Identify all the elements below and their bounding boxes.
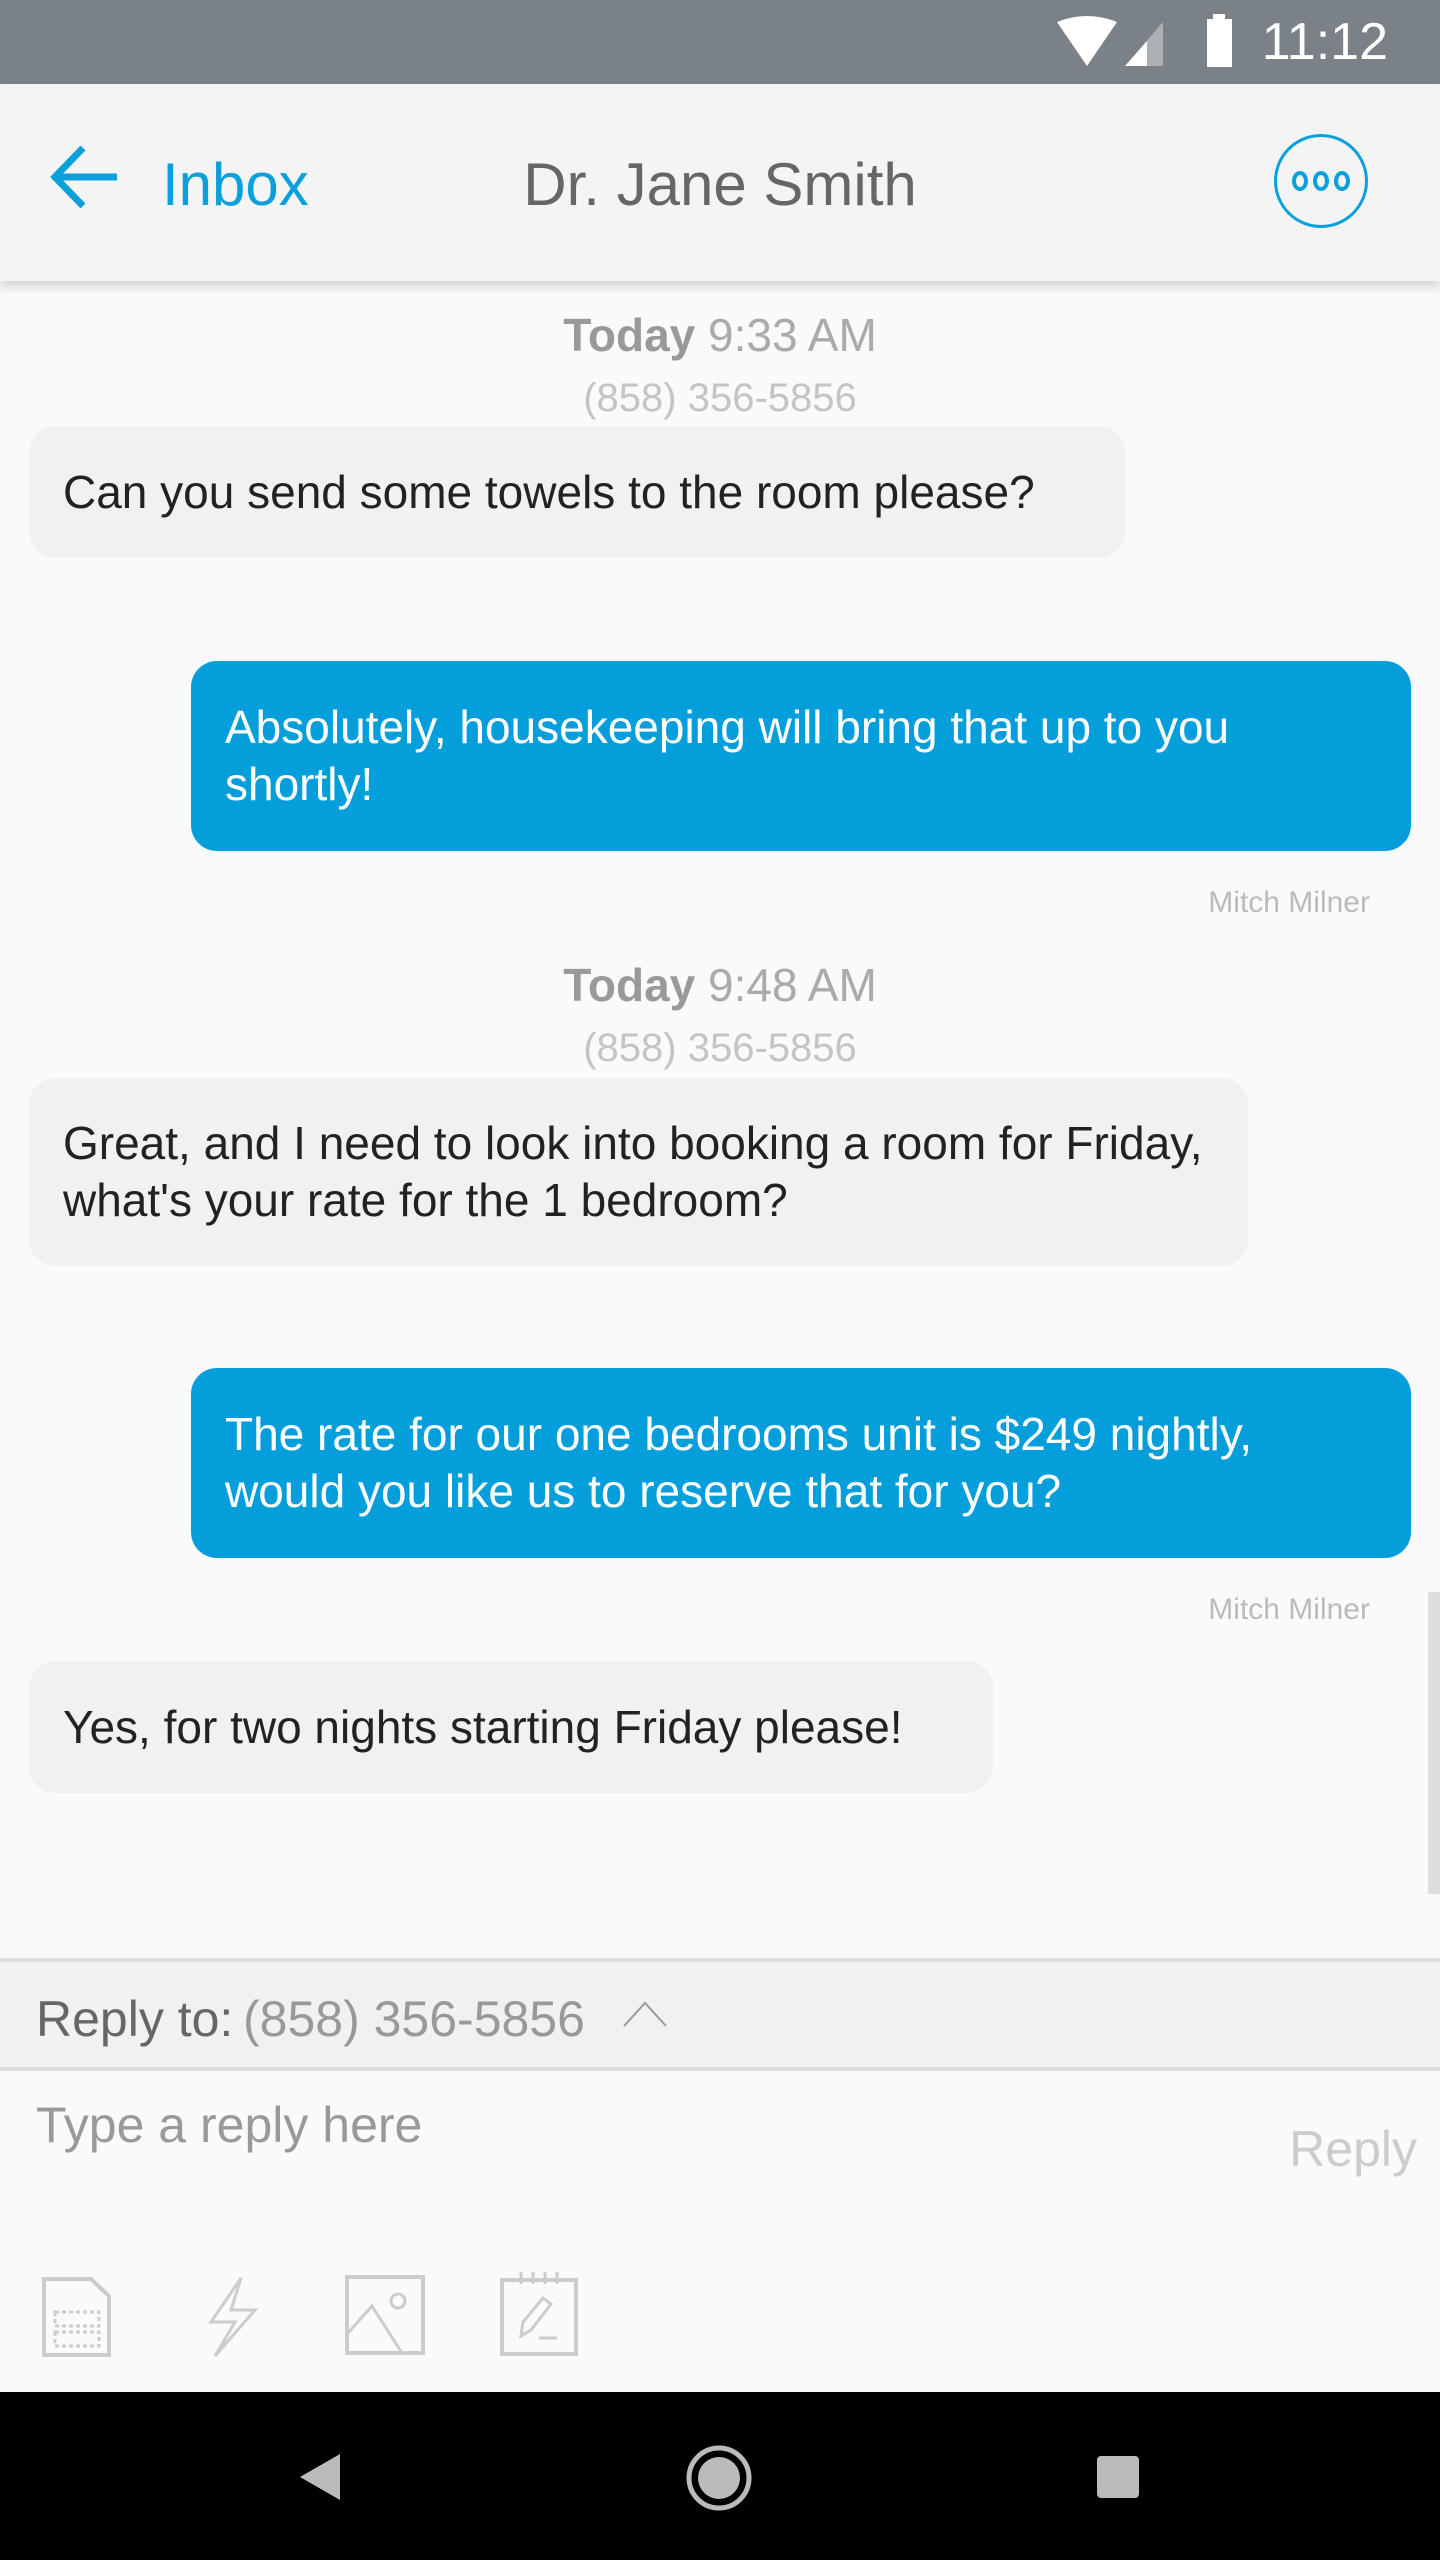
reply-button[interactable]: Reply bbox=[1289, 2120, 1417, 2178]
status-bar: 11:12 bbox=[0, 0, 1440, 84]
header: Inbox Dr. Jane Smith bbox=[0, 84, 1440, 281]
page-title: Dr. Jane Smith bbox=[523, 151, 917, 218]
incoming-message: Yes, for two nights starting Friday plea… bbox=[29, 1661, 993, 1793]
more-options-button[interactable] bbox=[1274, 134, 1368, 228]
timestamp: Today 9:48 AM bbox=[563, 959, 877, 1011]
timestamp: Today 9:33 AM bbox=[563, 309, 877, 361]
scrollbar[interactable] bbox=[1428, 1592, 1440, 1894]
timestamp-phone: (858) 356-5856 bbox=[583, 1026, 857, 1070]
clock: 11:12 bbox=[1261, 13, 1388, 71]
battery-icon bbox=[1207, 14, 1232, 67]
incoming-message: Great, and I need to look into booking a… bbox=[29, 1078, 1248, 1266]
nav-home-icon[interactable] bbox=[685, 2444, 753, 2512]
wifi-signal-icon bbox=[1057, 16, 1163, 66]
nav-back-icon[interactable] bbox=[298, 2452, 342, 2502]
template-icon[interactable] bbox=[41, 2276, 113, 2358]
navigation-bar bbox=[0, 2392, 1440, 2560]
image-icon[interactable] bbox=[344, 2274, 426, 2356]
lightning-icon[interactable] bbox=[199, 2276, 259, 2358]
notepad-icon[interactable] bbox=[499, 2270, 579, 2358]
incoming-message: Can you send some towels to the room ple… bbox=[29, 426, 1125, 558]
reply-to-label: Reply to: bbox=[36, 1991, 234, 2047]
reply-input[interactable]: Type a reply here bbox=[36, 2096, 422, 2154]
outgoing-message: Absolutely, housekeeping will bring that… bbox=[191, 661, 1411, 851]
outgoing-message: The rate for our one bedrooms unit is $2… bbox=[191, 1368, 1411, 1558]
sender-name: Mitch Milner bbox=[1208, 1593, 1370, 1626]
reply-to-bar[interactable]: Reply to: (858) 356-5856 bbox=[0, 1958, 1440, 2071]
reply-to-number: (858) 356-5856 bbox=[243, 1991, 585, 2047]
nav-recents-icon[interactable] bbox=[1097, 2456, 1139, 2498]
chevron-up-icon[interactable] bbox=[622, 2000, 668, 2028]
timestamp-phone: (858) 356-5856 bbox=[583, 376, 857, 420]
sender-name: Mitch Milner bbox=[1208, 886, 1370, 919]
